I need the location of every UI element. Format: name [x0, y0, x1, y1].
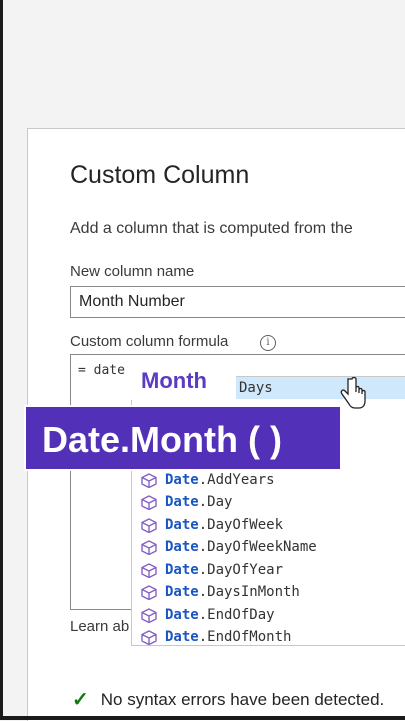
method-cube-icon [141, 563, 157, 578]
custom-column-formula-label: Custom column formula [70, 333, 229, 350]
dialog-description: Add a column that is computed from the [70, 220, 353, 237]
suggestion-text: Date.DaysInMonth [165, 584, 300, 600]
suggestion-item[interactable]: Date.DayOfWeek [132, 514, 405, 536]
learn-about-formulas-link[interactable]: Learn ab [70, 618, 129, 635]
formula-text: = date [78, 363, 125, 378]
suggestion-text: Date.DayOfWeek [165, 517, 284, 533]
suggestion-text: Date.Day [165, 494, 233, 510]
syntax-status: ✓ No syntax errors have been detected. [72, 687, 384, 712]
window-edge-left [0, 0, 3, 720]
method-cube-icon [141, 473, 157, 488]
month-highlight-label: Month [131, 362, 236, 400]
suggestion-item[interactable]: Date.DayOfYear [132, 559, 405, 581]
suggestion-text: Date.EndOfDay [165, 607, 275, 623]
suggestion-item[interactable]: Date.EndOfMonth [132, 626, 405, 645]
dialog-title: Custom Column [70, 161, 250, 189]
info-icon[interactable]: i [260, 335, 276, 351]
check-icon: ✓ [72, 689, 89, 711]
new-column-name-label: New column name [70, 263, 195, 280]
suggestion-text: Date.EndOfMonth [165, 629, 292, 645]
method-cube-icon [141, 608, 157, 623]
suggestion-text: Date.DayOfWeekName [165, 539, 317, 555]
window-edge-bottom [0, 716, 405, 720]
function-banner: Date.Month ( ) [24, 405, 342, 471]
hand-cursor-icon [340, 376, 366, 409]
suggestion-text: Days [239, 380, 273, 396]
method-cube-icon [141, 518, 157, 533]
suggestion-text: Date.DayOfYear [165, 562, 284, 578]
method-cube-icon [141, 585, 157, 600]
method-cube-icon [141, 495, 157, 510]
suggestion-item[interactable]: Date.DayOfWeekName [132, 536, 405, 558]
new-column-name-input[interactable] [70, 286, 405, 318]
syntax-status-text: No syntax errors have been detected. [100, 689, 385, 709]
method-cube-icon [141, 630, 157, 645]
suggestion-item[interactable]: Date.Day [132, 491, 405, 513]
method-cube-icon [141, 540, 157, 555]
suggestion-item[interactable]: Date.DaysInMonth [132, 581, 405, 603]
suggestion-item[interactable]: Date.EndOfDay [132, 604, 405, 626]
